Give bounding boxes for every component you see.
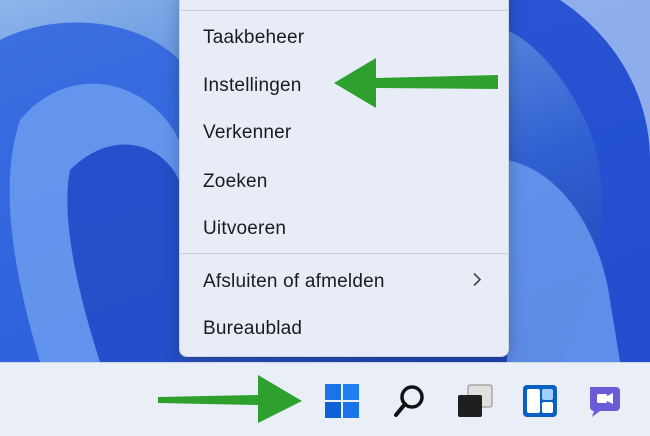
menu-item-label: Taakbeheer [203,27,305,48]
arrow-annotation-settings [334,58,498,108]
start-context-menu: Taakbeheer Instellingen Verkenner Zoeken… [179,0,509,357]
menu-item-label: Zoeken [203,171,268,192]
task-view-icon[interactable] [455,381,495,421]
menu-item-label: Afsluiten of afmelden [203,271,385,292]
menu-item-label: Instellingen [203,75,302,96]
arrow-annotation-start [158,375,302,423]
menu-item-afsluiten[interactable]: Afsluiten of afmelden [180,260,508,304]
menu-divider [180,10,508,11]
menu-item-bureaublad[interactable]: Bureaublad [180,307,508,351]
menu-item-taakbeheer[interactable]: Taakbeheer [180,16,508,60]
start-icon[interactable] [322,381,362,421]
search-icon[interactable] [390,381,430,421]
menu-item-label: Bureaublad [203,318,303,339]
chevron-right-icon [472,272,482,292]
menu-item-uitvoeren[interactable]: Uitvoeren [180,207,508,251]
menu-item-verkenner[interactable]: Verkenner [180,111,508,155]
teams-chat-icon[interactable] [585,381,625,421]
menu-item-label: Uitvoeren [203,218,287,239]
menu-divider [180,253,508,254]
menu-item-label: Verkenner [203,122,292,143]
menu-item-zoeken[interactable]: Zoeken [180,160,508,204]
widgets-icon[interactable] [520,381,560,421]
taskbar [0,362,650,436]
